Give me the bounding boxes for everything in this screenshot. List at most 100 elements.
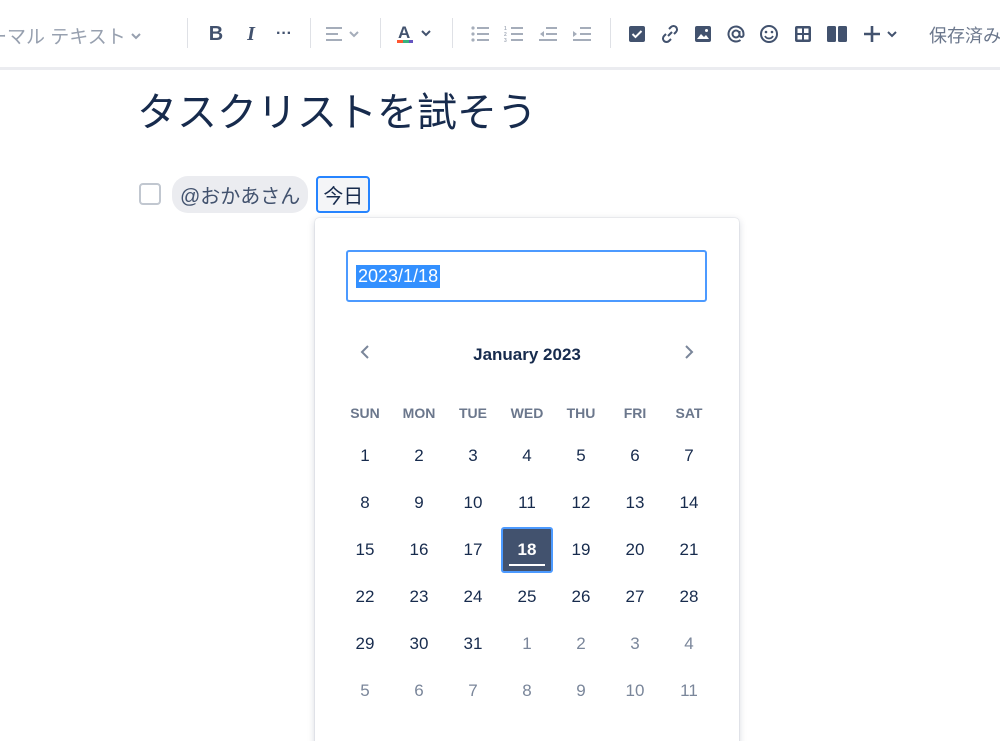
page-title[interactable]: タスクリストを試そう: [137, 80, 537, 138]
calendar-day[interactable]: 28: [662, 573, 716, 620]
calendar-week-row: 15 16 17 18 19 20 21: [338, 526, 716, 573]
task-item: @おかあさん 今日: [139, 175, 371, 213]
bullet-list-icon: [471, 26, 489, 42]
plus-icon: [864, 26, 897, 42]
calendar-day[interactable]: 27: [608, 573, 662, 620]
calendar-day[interactable]: 7: [662, 432, 716, 479]
toolbar-divider: [380, 18, 381, 48]
calendar-day[interactable]: 8: [500, 667, 554, 714]
bullet-list-button[interactable]: [468, 20, 492, 48]
calendar-day[interactable]: 20: [608, 526, 662, 573]
align-left-icon: [326, 27, 359, 41]
calendar-day[interactable]: 22: [338, 573, 392, 620]
chevron-right-icon: [685, 345, 694, 359]
image-button[interactable]: [692, 20, 714, 48]
calendar-day[interactable]: 6: [608, 432, 662, 479]
weekday-label: MON: [402, 405, 436, 421]
mention-chip[interactable]: @おかあさん: [172, 175, 309, 213]
calendar-day[interactable]: 15: [338, 526, 392, 573]
calendar-week-row: 8 9 10 11 12 13 14: [338, 479, 716, 526]
indent-icon: [573, 27, 591, 41]
chevron-down-icon: [131, 32, 141, 39]
calendar-day[interactable]: 10: [608, 667, 662, 714]
calendar-day[interactable]: 3: [446, 432, 500, 479]
calendar-day[interactable]: 11: [662, 667, 716, 714]
calendar-day[interactable]: 6: [392, 667, 446, 714]
weekday-label: FRI: [623, 405, 647, 421]
toolbar-divider: [187, 18, 188, 48]
calendar-day[interactable]: 29: [338, 620, 392, 667]
calendar-day[interactable]: 4: [500, 432, 554, 479]
calendar-day[interactable]: 5: [554, 432, 608, 479]
calendar-day[interactable]: 8: [338, 479, 392, 526]
date-picker-popup: 2023/1/18 January 2023 SUN MON TUE WED THU FR…: [315, 218, 739, 741]
text-color-button[interactable]: A: [395, 20, 437, 48]
calendar-week-row: 1234567: [338, 432, 716, 479]
mention-button[interactable]: [725, 20, 747, 48]
calendar-day[interactable]: 12: [554, 479, 608, 526]
text-style-label: ーマル テキスト: [0, 27, 126, 48]
task-checkbox[interactable]: [139, 183, 161, 205]
calendar-day[interactable]: 21: [662, 526, 716, 573]
calendar-day[interactable]: 5: [338, 667, 392, 714]
calendar-day[interactable]: 1: [338, 432, 392, 479]
date-input[interactable]: 2023/1/18: [346, 250, 707, 302]
calendar-day[interactable]: 14: [662, 479, 716, 526]
calendar-day[interactable]: 10: [446, 479, 500, 526]
layouts-button[interactable]: [825, 20, 849, 48]
weekday-label: TUE: [459, 405, 487, 421]
calendar-day[interactable]: 9: [392, 479, 446, 526]
weekday-label: THU: [566, 405, 596, 421]
emoji-button[interactable]: [758, 20, 780, 48]
numbered-list-button[interactable]: 1 2 3: [502, 20, 526, 48]
calendar-week-row: 5 6 7 8 9 10 11: [338, 667, 716, 714]
calendar-day[interactable]: 23: [392, 573, 446, 620]
calendar-day[interactable]: 1: [500, 620, 554, 667]
calendar-day[interactable]: 9: [554, 667, 608, 714]
date-chip[interactable]: 今日: [316, 175, 371, 213]
insert-more-button[interactable]: [862, 20, 904, 48]
text-style-dropdown[interactable]: ーマル テキスト: [0, 22, 142, 49]
next-month-button[interactable]: [673, 336, 705, 368]
svg-text:A: A: [398, 23, 410, 42]
calendar-day[interactable]: 19: [554, 526, 608, 573]
weekday-label: SUN: [350, 405, 380, 421]
outdent-icon: [539, 27, 557, 41]
text-color-icon: A: [397, 23, 431, 43]
calendar-day-selected[interactable]: 18: [500, 526, 554, 573]
calendar-day[interactable]: 3: [608, 620, 662, 667]
calendar-day[interactable]: 2: [392, 432, 446, 479]
link-button[interactable]: [659, 20, 681, 48]
table-button[interactable]: [792, 20, 814, 48]
calendar-day-label: 18: [501, 526, 553, 573]
table-icon: [795, 26, 811, 42]
calendar-day[interactable]: 24: [446, 573, 500, 620]
calendar-day[interactable]: 25: [500, 573, 554, 620]
save-status: 保存済み: [929, 26, 1000, 46]
checkbox-icon: [629, 26, 645, 42]
calendar-day[interactable]: 30: [392, 620, 446, 667]
calendar-week-row: 22 23 24 25 26 27 28: [338, 573, 716, 620]
calendar-day[interactable]: 16: [392, 526, 446, 573]
italic-button[interactable]: I: [240, 20, 262, 48]
calendar-grid: SUN MON TUE WED THU FRI SAT 1 2 3 4 5 6 7 8 9 10 11 12 13 1…: [338, 394, 716, 714]
calendar-day[interactable]: 7: [446, 667, 500, 714]
date-input-value: 2023/1/18: [356, 264, 441, 288]
calendar-day[interactable]: 31: [446, 620, 500, 667]
svg-text:3: 3: [504, 38, 507, 43]
calendar-day[interactable]: 11: [500, 479, 554, 526]
more-formatting-button[interactable]: ···: [273, 20, 295, 48]
bold-button[interactable]: B: [205, 20, 227, 48]
smiley-icon: [760, 25, 778, 43]
weekday-label: SAT: [675, 405, 703, 421]
calendar-day[interactable]: 4: [662, 620, 716, 667]
calendar-day[interactable]: 17: [446, 526, 500, 573]
outdent-button[interactable]: [536, 20, 560, 48]
calendar-day[interactable]: 2: [554, 620, 608, 667]
calendar-day[interactable]: 13: [608, 479, 662, 526]
indent-button[interactable]: [570, 20, 594, 48]
calendar-day[interactable]: 26: [554, 573, 608, 620]
numbered-list-icon: 1 2 3: [504, 26, 523, 43]
action-item-button[interactable]: [626, 20, 648, 48]
alignment-button[interactable]: [325, 20, 365, 48]
